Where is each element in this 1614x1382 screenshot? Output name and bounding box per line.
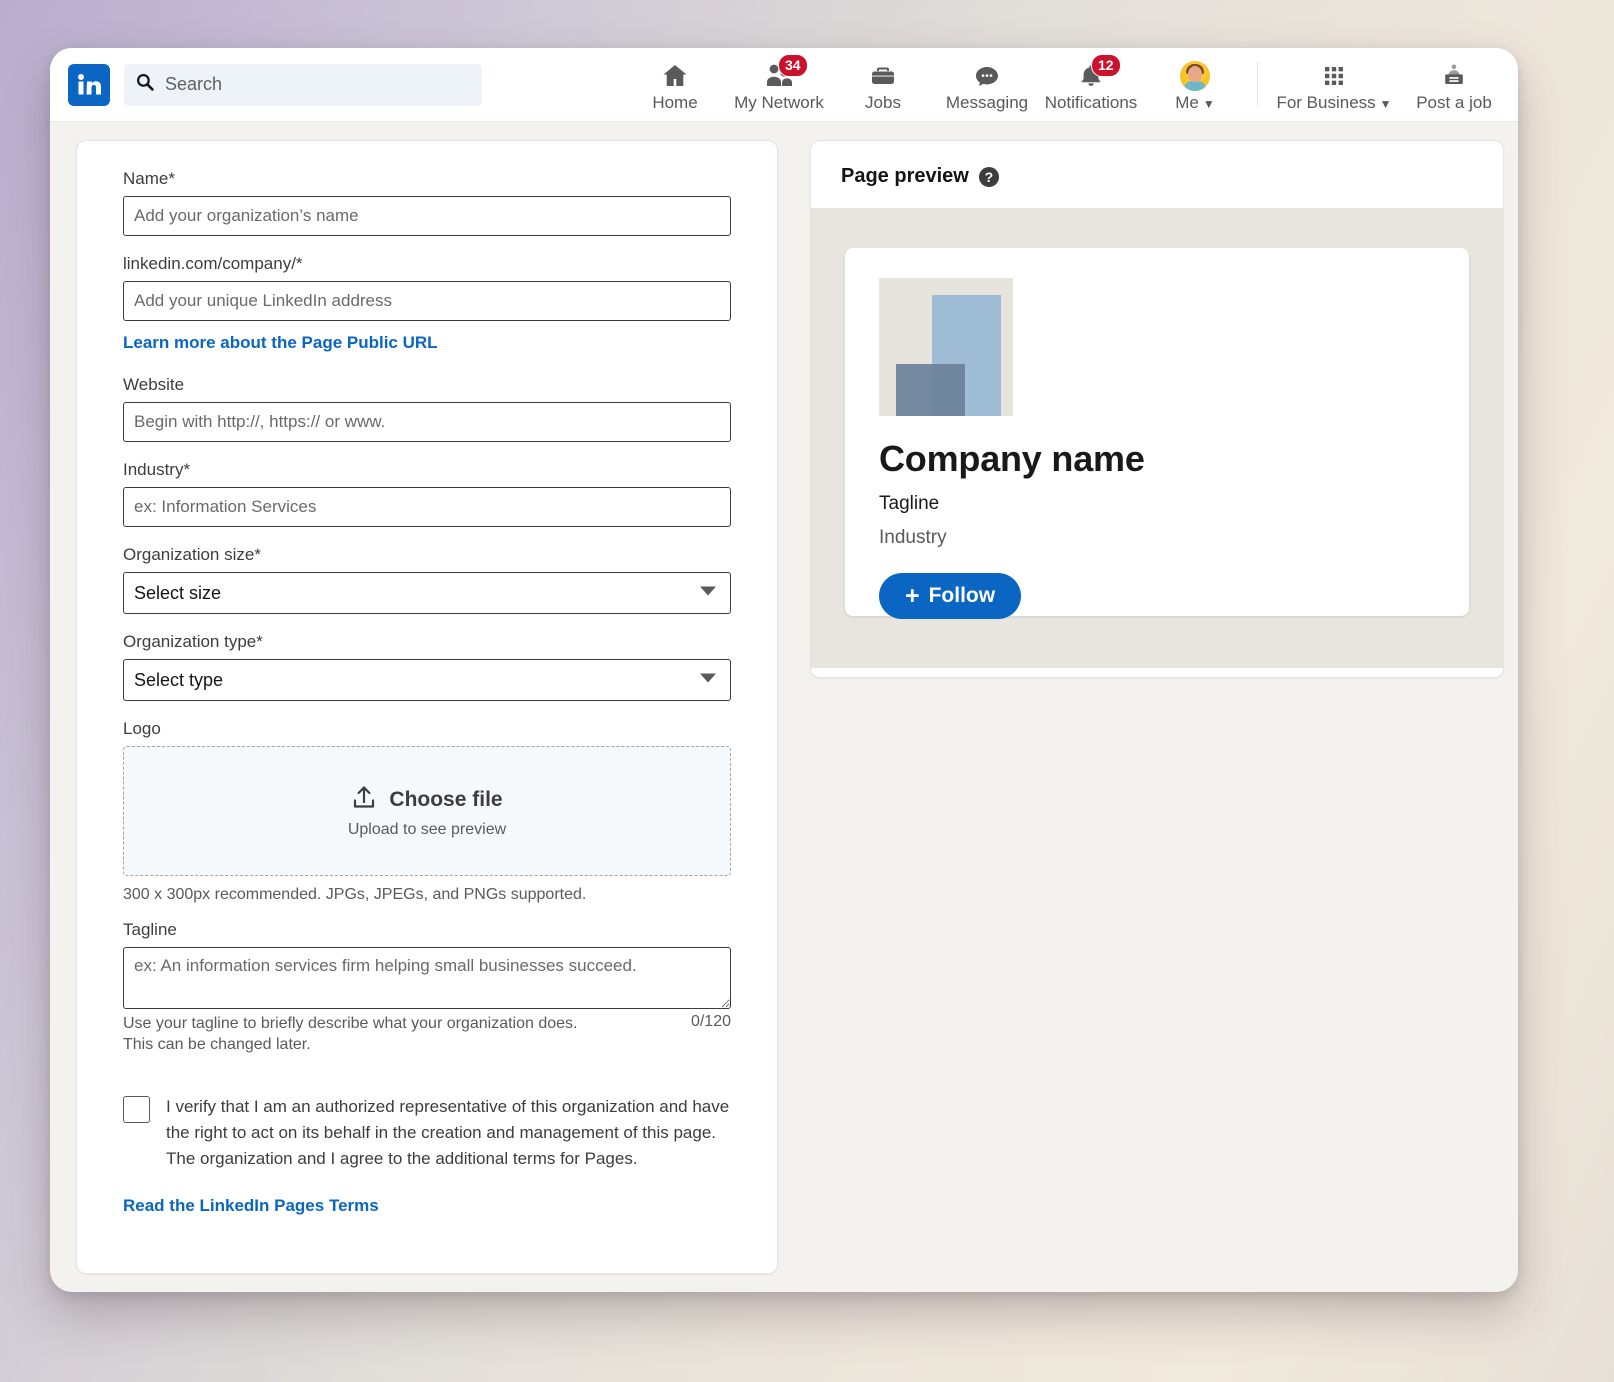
field-logo: Logo Choose file Upload to see preview 3… <box>123 719 731 906</box>
tagline-textarea[interactable] <box>123 946 731 1009</box>
learn-more-public-url-link[interactable]: Learn more about the Page Public URL <box>123 333 438 353</box>
question-mark-icon[interactable]: ? <box>978 166 999 187</box>
tagline-helper-text: Use your tagline to briefly describe wha… <box>123 1014 578 1054</box>
people-icon: 34 <box>764 53 808 91</box>
search-placeholder: Search <box>165 74 223 94</box>
verify-checkbox[interactable] <box>123 1095 150 1123</box>
home-icon <box>661 61 689 91</box>
nav-item-post-a-job[interactable]: Post a job <box>1402 48 1506 121</box>
logo-size-hint: 300 x 300px recommended. JPGs, JPEGs, an… <box>123 886 587 903</box>
field-public-url: linkedin.com/company/* <box>123 254 731 321</box>
label-industry: Industry* <box>123 460 191 479</box>
logo-upload-dropzone[interactable]: Choose file Upload to see preview <box>123 746 731 876</box>
name-input[interactable] <box>123 196 731 236</box>
bell-icon: 12 <box>1077 53 1121 91</box>
briefcase-icon <box>869 61 897 91</box>
follow-button[interactable]: + Follow <box>879 573 1022 619</box>
badge-my-network: 34 <box>778 53 808 77</box>
create-page-form: Name* linkedin.com/company/* Learn more … <box>76 140 778 1274</box>
page-content: Name* linkedin.com/company/* Learn more … <box>50 122 1518 1292</box>
nav-label-my-network: My Network <box>734 92 824 112</box>
nav-item-for-business[interactable]: For Business ▼ <box>1266 48 1402 121</box>
page-preview-panel: Page preview ? Company name Tagline Indu… <box>810 140 1504 678</box>
industry-input[interactable] <box>123 487 731 527</box>
label-org-size: Organization size* <box>123 545 261 564</box>
nav-label-me: Me ▼ <box>1175 93 1215 113</box>
verify-checkbox-label: I verify that I am an authorized represe… <box>166 1096 730 1169</box>
top-navigation-bar: Search Home 34 My Network Jobs Messaging… <box>50 48 1518 122</box>
nav-item-notifications[interactable]: 12 Notifications <box>1039 48 1143 121</box>
label-public-url: linkedin.com/company/* <box>123 254 303 273</box>
search-icon <box>136 73 154 96</box>
field-org-size: Organization size* Select size <box>123 545 731 614</box>
preview-company-tagline: Tagline <box>879 493 940 514</box>
public-url-input[interactable] <box>123 281 731 321</box>
nav-item-my-network[interactable]: 34 My Network <box>727 48 831 121</box>
field-org-type: Organization type* Select type <box>123 632 731 701</box>
label-org-type: Organization type* <box>123 632 263 651</box>
follow-button-label: Follow <box>928 584 996 607</box>
nav-label-jobs: Jobs <box>865 92 901 112</box>
message-bubble-icon <box>973 61 1001 91</box>
upload-icon <box>351 784 377 817</box>
verify-checkbox-row: I verify that I am an authorized represe… <box>123 1094 731 1173</box>
org-type-select[interactable]: Select type <box>123 659 731 701</box>
avatar-image <box>1180 60 1210 91</box>
badge-notifications: 12 <box>1091 53 1121 77</box>
company-preview-card: Company name Tagline Industry + Follow <box>845 248 1469 619</box>
website-input[interactable] <box>123 402 731 442</box>
nav-item-home[interactable]: Home <box>623 48 727 121</box>
nav-label-home: Home <box>652 92 698 112</box>
grid-apps-icon <box>1321 61 1347 91</box>
field-industry: Industry* <box>123 460 731 527</box>
field-name: Name* <box>123 169 731 236</box>
nav-label-me-text: Me <box>1175 92 1199 112</box>
page-preview-stage: Company name Tagline Industry + Follow <box>811 208 1503 668</box>
page-preview-title: Page preview <box>841 165 969 187</box>
label-name: Name* <box>123 169 175 188</box>
search-input[interactable]: Search <box>124 63 482 106</box>
browser-window: Search Home 34 My Network Jobs Messaging… <box>50 48 1518 1292</box>
label-tagline: Tagline <box>123 919 177 939</box>
avatar <box>1180 60 1210 91</box>
image-placeholder-icon <box>879 278 1013 416</box>
label-logo: Logo <box>123 719 161 738</box>
choose-file-label: Choose file <box>389 788 503 811</box>
plus-icon: + <box>905 581 920 610</box>
nav-items: Home 34 My Network Jobs Messaging 12 Not… <box>623 48 1506 121</box>
linkedin-pages-terms-link[interactable]: Read the LinkedIn Pages Terms <box>123 1196 379 1216</box>
upload-preview-hint: Upload to see preview <box>347 820 507 838</box>
nav-label-messaging: Messaging <box>945 92 1029 112</box>
page-preview-header: Page preview ? <box>811 141 1503 208</box>
nav-label-notifications: Notifications <box>1044 92 1138 112</box>
nav-label-post-a-job: Post a job <box>1416 92 1492 112</box>
org-size-select[interactable]: Select size <box>123 572 731 614</box>
field-tagline: Tagline Use your tagline to briefly desc… <box>123 920 731 1056</box>
nav-label-for-business: For Business ▼ <box>1276 93 1391 113</box>
nav-divider <box>1257 62 1258 107</box>
preview-company-industry: Industry <box>879 527 947 548</box>
label-website: Website <box>123 375 185 394</box>
field-website: Website <box>123 375 731 442</box>
preview-company-name: Company name <box>879 438 1145 479</box>
linkedin-logo-icon[interactable] <box>68 63 110 106</box>
tagline-character-counter: 0/120 <box>690 1012 731 1030</box>
nav-item-messaging[interactable]: Messaging <box>935 48 1039 121</box>
nav-label-for-business-text: For Business <box>1276 92 1376 112</box>
nav-item-me[interactable]: Me ▼ <box>1143 48 1247 121</box>
post-job-icon <box>1440 61 1468 91</box>
chevron-down-icon: ▼ <box>1379 96 1392 111</box>
chevron-down-icon: ▼ <box>1202 96 1215 111</box>
nav-item-jobs[interactable]: Jobs <box>831 48 935 121</box>
